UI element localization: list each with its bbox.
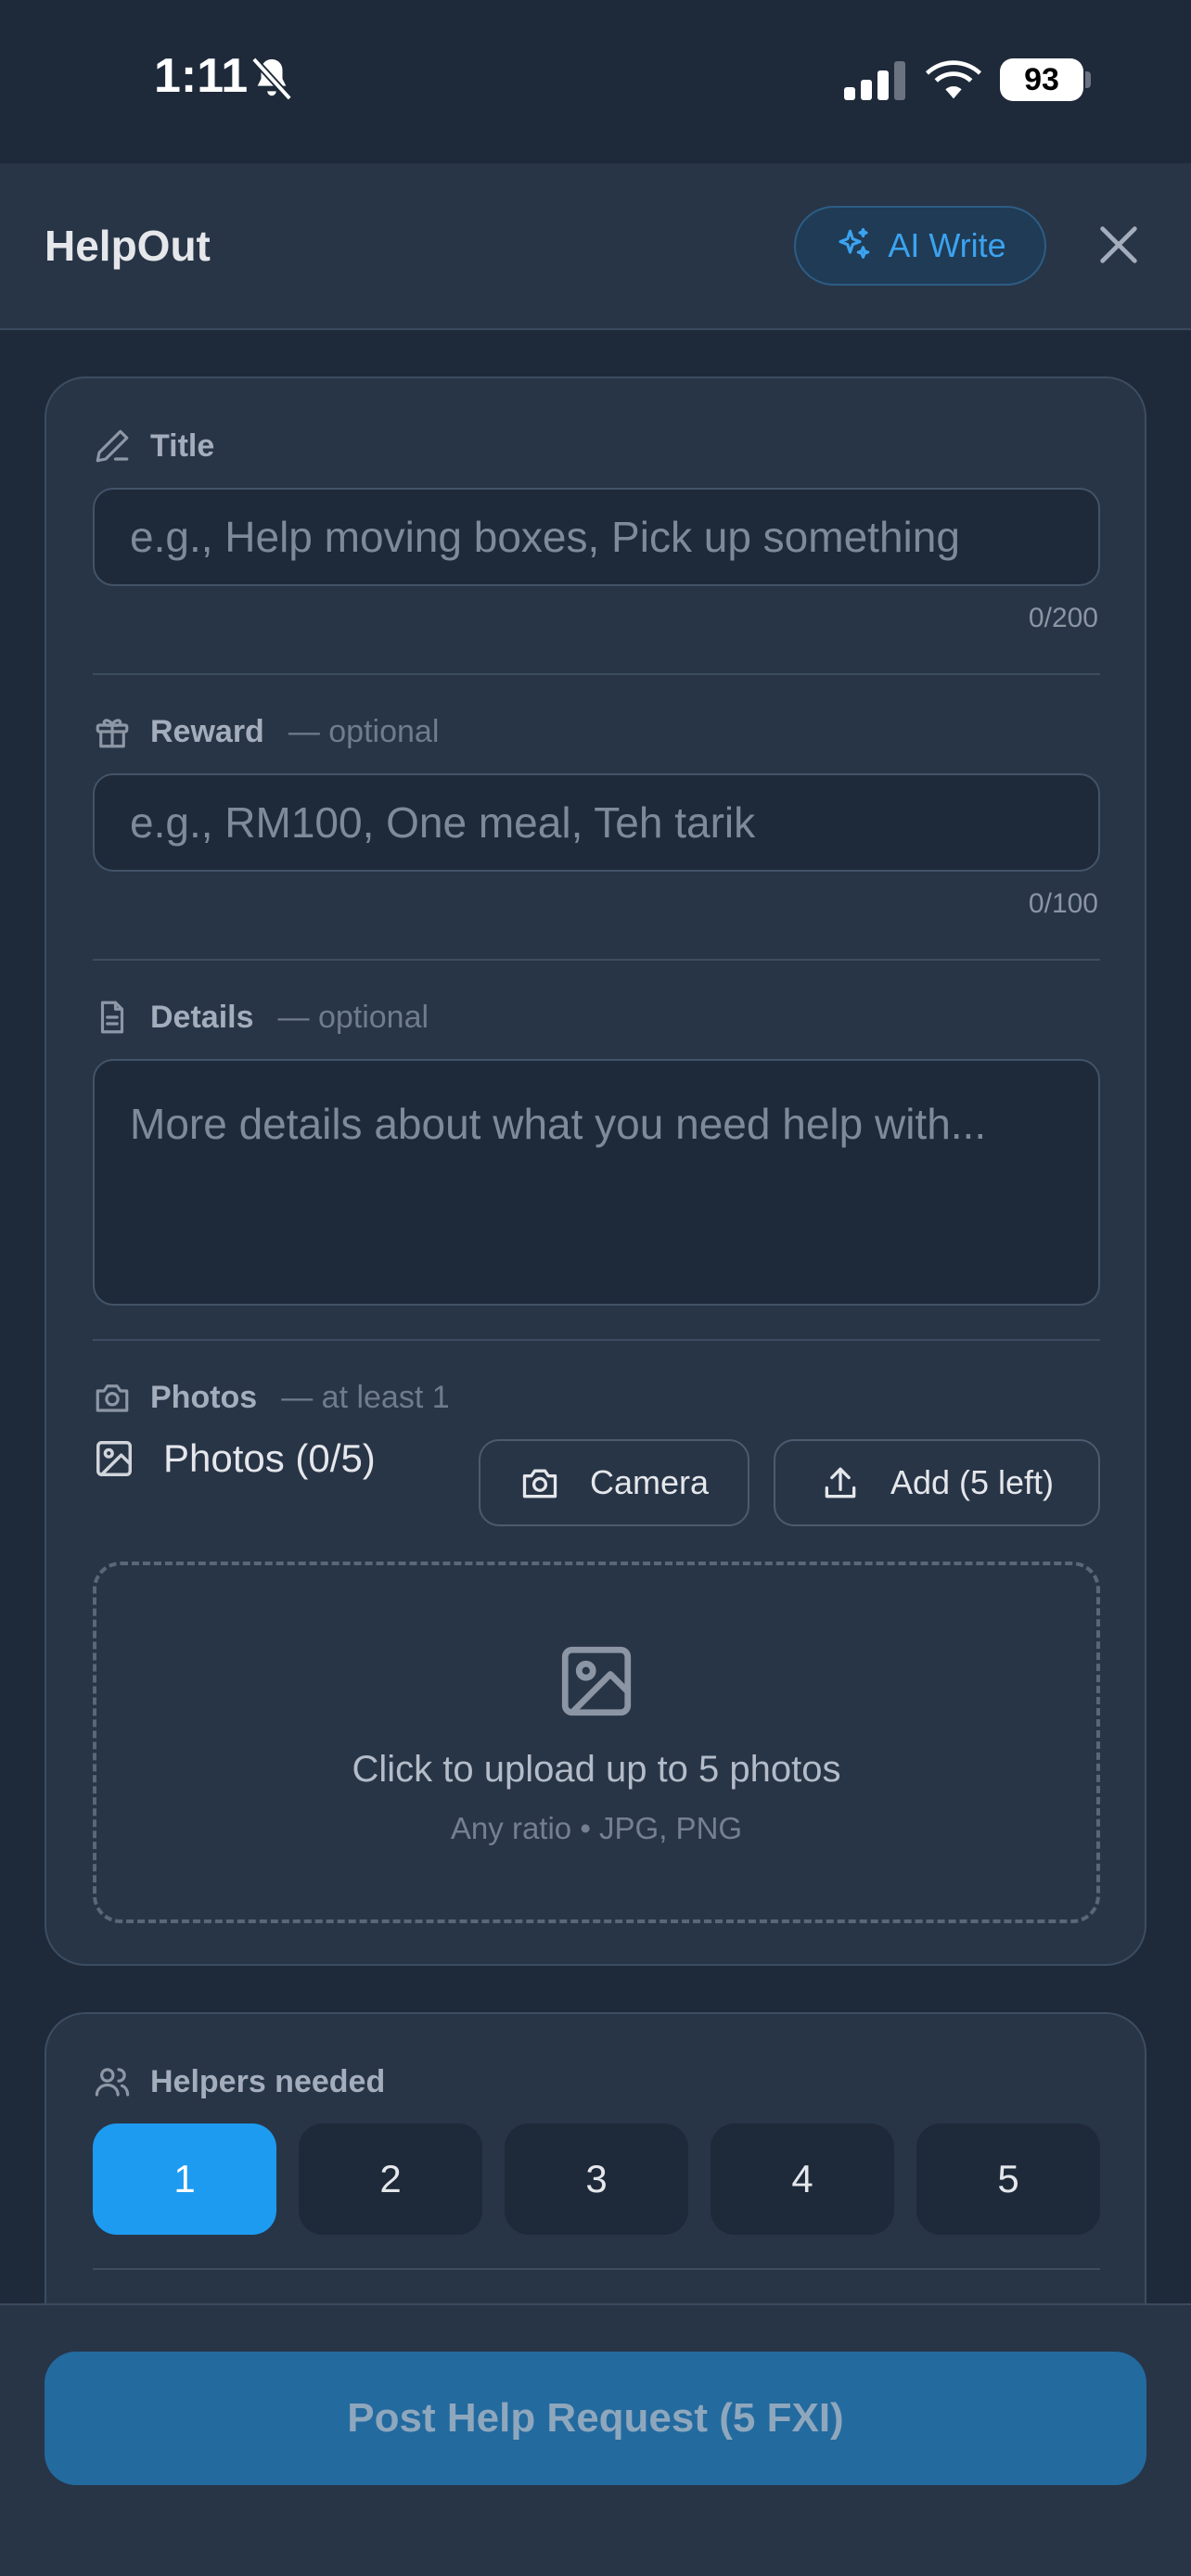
signal-icon [844, 61, 905, 100]
details-textarea[interactable]: More details about what you need help wi… [93, 1059, 1100, 1306]
wifi-icon [926, 60, 981, 99]
divider [93, 673, 1100, 675]
pencil-icon [96, 429, 129, 463]
close-icon[interactable] [1095, 221, 1143, 269]
photos-requirement-note: — at least 1 [281, 1379, 450, 1415]
app-header: HelpOut AI Write [0, 163, 1191, 330]
add-photos-label: Add (5 left) [890, 1463, 1055, 1501]
ai-write-label: AI Write [888, 226, 1006, 264]
bottom-action-bar: Post Help Request (5 FXI) [0, 2303, 1191, 2576]
details-label-text: Details [150, 999, 254, 1035]
helpers-label: Helpers needed [93, 2059, 385, 2105]
post-help-request-button[interactable]: Post Help Request (5 FXI) [45, 2352, 1146, 2485]
reward-label: Reward — optional [93, 708, 439, 755]
battery-tip [1085, 71, 1091, 88]
title-input[interactable]: e.g., Help moving boxes, Pick up somethi… [93, 488, 1100, 586]
sparkles-icon [839, 227, 870, 259]
users-icon [95, 2068, 130, 2097]
camera-icon [96, 1384, 129, 1412]
battery-indicator: 93 [1000, 58, 1083, 101]
helpers-option-5[interactable]: 5 [916, 2123, 1100, 2235]
title-counter: 0/200 [1028, 603, 1098, 633]
helpers-option-1[interactable]: 1 [93, 2123, 276, 2235]
status-time: 1:11 [154, 49, 249, 103]
helpers-option-3[interactable]: 3 [505, 2123, 688, 2235]
photos-label-text: Photos [150, 1379, 258, 1415]
helpers-option-2[interactable]: 2 [299, 2123, 482, 2235]
add-photos-button[interactable]: Add (5 left) [774, 1439, 1100, 1526]
app-title: HelpOut [45, 222, 211, 270]
screen: 1:11 93 HelpOut AI Write Title e.g., Hel… [0, 0, 1191, 2576]
document-icon [100, 1001, 124, 1034]
photos-count-label: Photos (0/5) [163, 1436, 376, 1480]
camera-icon [522, 1469, 557, 1498]
image-icon [561, 1646, 632, 1716]
reward-optional-note: — optional [288, 713, 440, 749]
photos-count-heading: Photos (0/5) [93, 1426, 376, 1491]
gift-icon [96, 719, 129, 748]
upload-instruction: Click to upload up to 5 photos [352, 1749, 841, 1790]
reward-input[interactable]: e.g., RM100, One meal, Teh tarik [93, 773, 1100, 872]
title-label-text: Title [150, 427, 215, 464]
helpers-label-text: Helpers needed [150, 2063, 386, 2099]
upload-icon [825, 1467, 856, 1498]
divider [93, 959, 1100, 961]
camera-button-label: Camera [589, 1463, 710, 1501]
request-form-card: Title e.g., Help moving boxes, Pick up s… [45, 376, 1146, 1966]
upload-format-hint: Any ratio • JPG, PNG [450, 1811, 743, 1845]
divider [93, 1339, 1100, 1341]
details-optional-note: — optional [277, 999, 429, 1035]
divider [93, 2268, 1100, 2270]
helpers-count-selector: 1 2 3 4 5 [93, 2123, 1100, 2235]
bell-off-icon [250, 57, 293, 101]
image-icon [96, 1441, 132, 1476]
ai-write-button[interactable]: AI Write [794, 206, 1046, 286]
title-label: Title [93, 423, 214, 469]
camera-button[interactable]: Camera [479, 1439, 749, 1526]
details-label: Details — optional [93, 994, 429, 1040]
reward-counter: 0/100 [1028, 888, 1098, 919]
helpers-option-4[interactable]: 4 [711, 2123, 894, 2235]
photo-upload-dropzone[interactable]: Click to upload up to 5 photos Any ratio… [93, 1562, 1100, 1923]
photos-label: Photos — at least 1 [93, 1374, 450, 1421]
status-bar: 1:11 93 [0, 0, 1191, 163]
reward-label-text: Reward [150, 713, 264, 749]
